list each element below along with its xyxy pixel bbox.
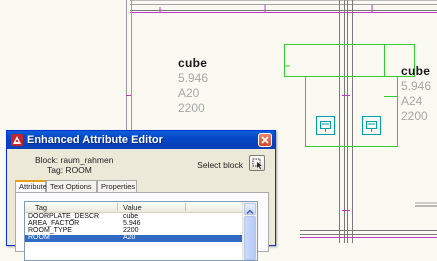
network-outlet-icon[interactable] <box>316 116 335 135</box>
column-divider[interactable] <box>185 203 186 211</box>
select-block-button[interactable] <box>249 155 265 171</box>
autocad-app-icon <box>11 134 23 146</box>
close-icon <box>261 136 269 144</box>
room-name: cube <box>401 64 431 78</box>
room-type: 2200 <box>178 101 205 115</box>
column-header-tag[interactable]: Tag <box>35 203 47 212</box>
network-outlet-icon[interactable] <box>362 116 381 135</box>
column-divider[interactable] <box>117 203 118 211</box>
attribute-list[interactable]: Tag Value DOORPLATE_DESCR cube AREA_FACT… <box>24 201 258 261</box>
scroll-up-button[interactable] <box>244 203 256 215</box>
attribute-list-scrollbar[interactable] <box>242 202 257 260</box>
attribute-tag: ROOM <box>28 234 50 241</box>
tag-name-label: Tag: ROOM <box>47 165 92 175</box>
room-factor: A24 <box>401 94 423 108</box>
room-label-block[interactable]: cube 5.946 A24 2200 <box>401 65 431 122</box>
dialog-titlebar[interactable]: Enhanced Attribute Editor <box>7 131 275 149</box>
room-label-block[interactable]: cube 5.946 A20 2200 <box>178 57 208 114</box>
column-header-value[interactable]: Value <box>123 203 142 212</box>
select-block-label: Select block <box>197 160 243 170</box>
attribute-row-selected[interactable]: ROOM A20 <box>25 234 243 242</box>
block-name-label: Block: raum_rahmen <box>35 155 114 165</box>
close-button[interactable] <box>258 133 272 147</box>
room-type: 2200 <box>401 109 428 123</box>
dialog-title: Enhanced Attribute Editor <box>27 134 163 146</box>
room-area: 5.946 <box>401 79 432 93</box>
tab-text-options[interactable]: Text Options <box>46 180 97 192</box>
attribute-tab-panel: Tag Value DOORPLATE_DESCR cube AREA_FACT… <box>15 192 269 261</box>
room-name: cube <box>178 56 208 70</box>
attribute-value: A20 <box>123 234 136 241</box>
room-area: 5.946 <box>178 71 209 85</box>
select-object-icon <box>252 158 262 169</box>
room-factor: A20 <box>178 86 200 100</box>
scroll-thumb[interactable] <box>244 216 256 260</box>
tab-properties[interactable]: Properties <box>97 180 137 192</box>
enhanced-attribute-editor-dialog: Enhanced Attribute Editor Block: raum_ra… <box>6 130 276 261</box>
attribute-list-header: Tag Value <box>25 202 243 213</box>
